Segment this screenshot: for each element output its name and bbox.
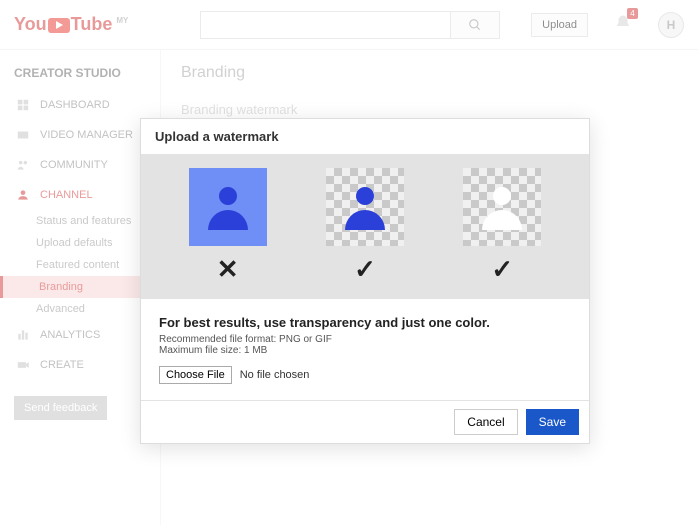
dialog-body: For best results, use transparency and j… xyxy=(141,299,589,400)
sidebar-item-channel[interactable]: CHANNEL xyxy=(0,180,160,210)
sub-featured[interactable]: Featured content xyxy=(0,254,160,276)
page-title: Branding xyxy=(181,64,678,82)
recommended-format: Recommended file format: PNG or GIF xyxy=(159,334,571,345)
logo-text-tube: Tube xyxy=(71,14,113,35)
check-icon: ✓ xyxy=(491,254,513,285)
search-input[interactable] xyxy=(200,11,450,39)
upload-watermark-dialog: Upload a watermark ✕ ✓ ✓ For best result… xyxy=(140,118,590,444)
sidebar-item-dashboard[interactable]: DASHBOARD xyxy=(0,90,160,120)
example-good-1: ✓ xyxy=(326,168,404,285)
sidebar-item-create[interactable]: CREATE xyxy=(0,350,160,380)
example-bad: ✕ xyxy=(189,168,267,285)
max-file-size: Maximum file size: 1 MB xyxy=(159,345,571,356)
sidebar-item-analytics[interactable]: ANALYTICS xyxy=(0,320,160,350)
sidebar-item-label: VIDEO MANAGER xyxy=(40,129,133,141)
dialog-footer: Cancel Save xyxy=(141,400,589,443)
choose-file-button[interactable]: Choose File xyxy=(159,366,232,384)
sub-branding[interactable]: Branding xyxy=(0,276,160,298)
play-icon xyxy=(48,18,70,33)
sidebar-item-video-manager[interactable]: VIDEO MANAGER xyxy=(0,120,160,150)
cancel-button[interactable]: Cancel xyxy=(454,409,517,435)
search-box xyxy=(200,11,500,39)
dashboard-icon xyxy=(14,98,32,112)
youtube-logo[interactable]: You Tube MY xyxy=(14,14,128,35)
file-status: No file chosen xyxy=(240,369,310,381)
avatar[interactable]: H xyxy=(658,12,684,38)
create-icon xyxy=(14,358,32,372)
example-tile-transparent-white xyxy=(463,168,541,246)
example-row: ✕ ✓ ✓ xyxy=(141,154,589,299)
community-icon xyxy=(14,158,32,172)
notif-badge: 4 xyxy=(627,8,638,19)
sub-status[interactable]: Status and features xyxy=(0,210,160,232)
sub-advanced[interactable]: Advanced xyxy=(0,298,160,320)
cross-icon: ✕ xyxy=(217,254,239,285)
file-input-row: Choose File No file chosen xyxy=(159,366,571,384)
example-tile-solid xyxy=(189,168,267,246)
example-good-2: ✓ xyxy=(463,168,541,285)
save-button[interactable]: Save xyxy=(526,409,579,435)
person-icon xyxy=(479,184,525,230)
person-icon xyxy=(205,184,251,230)
logo-text-you: You xyxy=(14,14,47,35)
sub-upload-defaults[interactable]: Upload defaults xyxy=(0,232,160,254)
example-tile-transparent-blue xyxy=(326,168,404,246)
sidebar-item-community[interactable]: COMMUNITY xyxy=(0,150,160,180)
sidebar-title: CREATOR STUDIO xyxy=(0,62,160,90)
sidebar-item-label: COMMUNITY xyxy=(40,159,108,171)
sidebar-item-label: CHANNEL xyxy=(40,189,93,201)
search-button[interactable] xyxy=(450,11,500,39)
notifications-button[interactable]: 4 xyxy=(614,14,632,35)
send-feedback-button[interactable]: Send feedback xyxy=(14,396,107,420)
check-icon: ✓ xyxy=(354,254,376,285)
sidebar-item-label: DASHBOARD xyxy=(40,99,110,111)
upload-button[interactable]: Upload xyxy=(531,13,588,37)
sidebar-item-label: ANALYTICS xyxy=(40,329,100,341)
sidebar: CREATOR STUDIO DASHBOARD VIDEO MANAGER C… xyxy=(0,50,160,525)
person-icon xyxy=(342,184,388,230)
channel-icon xyxy=(14,188,32,202)
dialog-title: Upload a watermark xyxy=(141,119,589,154)
video-icon xyxy=(14,128,32,142)
region-code: MY xyxy=(116,16,128,25)
section-title: Branding watermark xyxy=(181,102,678,117)
analytics-icon xyxy=(14,328,32,342)
app-header: You Tube MY Upload 4 H xyxy=(0,0,698,50)
sidebar-item-label: CREATE xyxy=(40,359,84,371)
search-icon xyxy=(468,18,482,32)
advice-text: For best results, use transparency and j… xyxy=(159,315,571,330)
